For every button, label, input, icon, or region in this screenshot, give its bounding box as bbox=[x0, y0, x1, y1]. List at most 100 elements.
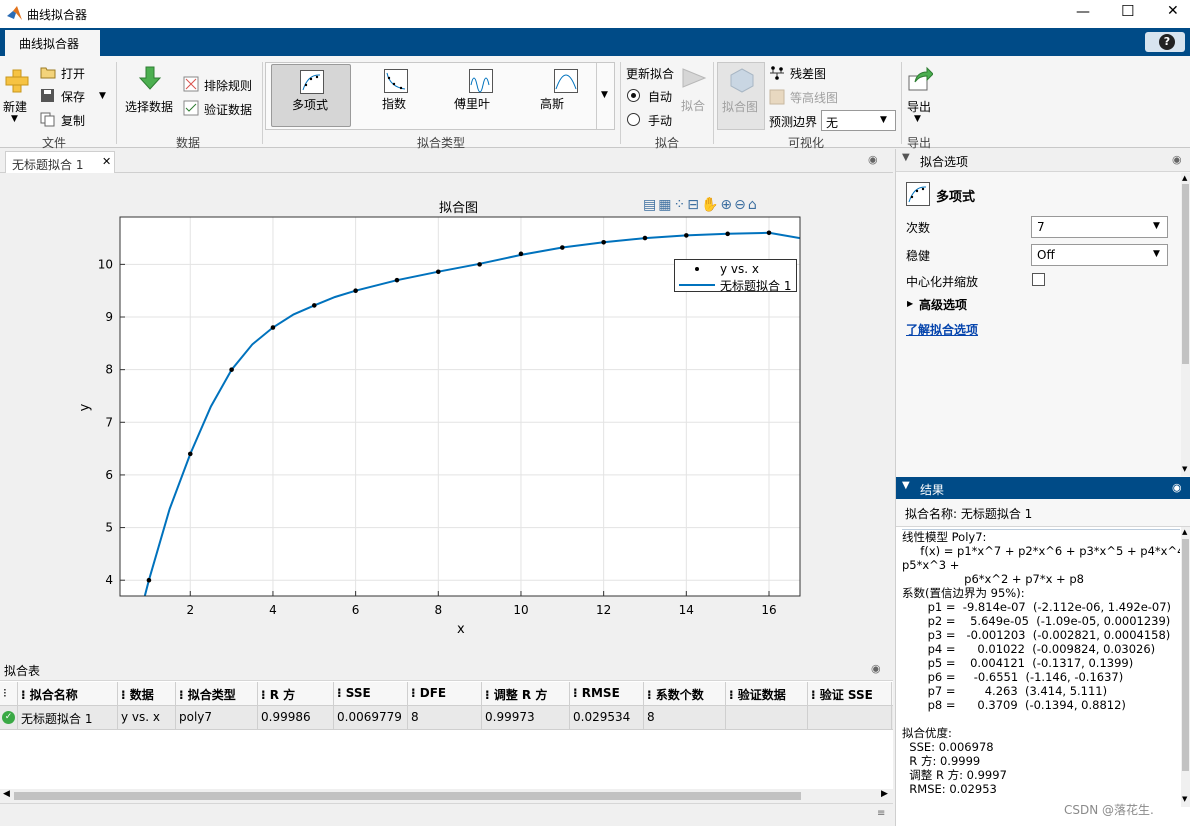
export-button[interactable]: 导出 bbox=[907, 98, 931, 115]
scroll-thumb[interactable] bbox=[14, 792, 801, 800]
result-line: 调整 R 方: 0.9997 bbox=[902, 768, 1007, 782]
close-tab-icon[interactable]: ✕ bbox=[102, 155, 111, 168]
zoom-in-icon[interactable]: ⊕ bbox=[720, 197, 734, 213]
legend-line bbox=[679, 284, 715, 286]
robust-select[interactable]: Off ▼ bbox=[1031, 244, 1168, 266]
y-tick-label: 10 bbox=[98, 257, 113, 271]
table-cell bbox=[726, 706, 808, 730]
pan-icon[interactable]: ✋ bbox=[701, 197, 720, 213]
degree-label: 次数 bbox=[906, 221, 931, 235]
legend[interactable]: y vs. x 无标题拟合 1 bbox=[674, 259, 797, 293]
y-tick-label: 7 bbox=[105, 415, 113, 429]
copy-button[interactable]: 复制 bbox=[61, 112, 85, 129]
scroll-up-icon[interactable]: ▲ bbox=[1182, 528, 1187, 536]
tab-curve-fitter[interactable]: 曲线拟合器 bbox=[5, 30, 100, 56]
results-header[interactable]: ▼ 结果 ◉ bbox=[896, 477, 1190, 499]
export-dropdown-icon[interactable]: ▼ bbox=[914, 114, 921, 124]
select-data-icon bbox=[138, 66, 162, 90]
gallery-expand-button[interactable]: ▼ bbox=[596, 63, 614, 129]
column-header[interactable]: ⁝ SSE bbox=[334, 682, 408, 706]
contour-icon bbox=[769, 89, 785, 105]
column-header[interactable]: ⁝ 调整 R 方 bbox=[482, 682, 570, 706]
column-header[interactable]: ⁝ 数据 bbox=[118, 682, 176, 706]
column-grip-icon: ⁝ bbox=[485, 688, 494, 702]
degree-value: 7 bbox=[1037, 220, 1045, 234]
validation-data-button[interactable]: 验证数据 bbox=[204, 101, 252, 118]
auto-label: 自动 bbox=[648, 90, 673, 104]
save-dropdown-icon[interactable]: ▼ bbox=[99, 91, 106, 101]
plot-title: 拟合图 bbox=[439, 201, 479, 216]
data-tips-icon[interactable]: ▤ bbox=[643, 197, 658, 213]
fit-plot[interactable]: 2 4 6 8 10 12 14 16 4 5 6 7 8 9 10 bbox=[0, 173, 893, 658]
data-point bbox=[684, 233, 689, 238]
fit-type-polynomial[interactable]: 多项式 bbox=[271, 64, 351, 127]
contour-button[interactable]: 等高线图 bbox=[790, 89, 838, 106]
data-point bbox=[435, 269, 441, 275]
prediction-bounds-select[interactable]: 无 ▼ bbox=[821, 110, 896, 131]
close-button[interactable]: ✕ bbox=[1167, 3, 1179, 19]
column-header[interactable]: ⁝ 拟合类型 bbox=[176, 682, 258, 706]
collapse-icon[interactable]: ▼ bbox=[902, 152, 910, 163]
zoom-out-icon[interactable]: ⊖ bbox=[734, 197, 748, 213]
fit-plot-button[interactable]: 拟合图 bbox=[717, 62, 765, 130]
home-icon[interactable]: ⌂ bbox=[748, 197, 759, 213]
manual-radio[interactable] bbox=[627, 113, 640, 126]
fit-button[interactable]: 拟合 bbox=[681, 97, 705, 114]
scroll-thumb[interactable] bbox=[1182, 184, 1189, 364]
panel-menu-icon[interactable]: ◉ bbox=[1172, 481, 1182, 494]
grid-icon[interactable]: ▦ bbox=[658, 197, 673, 213]
scroll-right-icon[interactable]: ▶ bbox=[881, 789, 888, 799]
fit-plot-label: 拟合图 bbox=[722, 100, 759, 114]
open-button[interactable]: 打开 bbox=[61, 65, 85, 82]
fit-type-exponential[interactable]: 指数 bbox=[356, 64, 436, 127]
panel-menu-icon[interactable]: ◉ bbox=[871, 662, 881, 675]
scroll-left-icon[interactable]: ◀ bbox=[3, 789, 10, 799]
degree-select[interactable]: 7 ▼ bbox=[1031, 216, 1168, 238]
auto-radio[interactable] bbox=[627, 89, 640, 102]
help-button[interactable]: ? bbox=[1145, 32, 1185, 52]
fit-type-gaussian[interactable]: 高斯 bbox=[526, 64, 606, 127]
column-header[interactable]: ⁝ 验证数据 bbox=[726, 682, 808, 706]
maximize-button[interactable]: ☐ bbox=[1121, 2, 1134, 20]
panel-menu-icon[interactable]: ◉ bbox=[868, 153, 878, 166]
horizontal-scrollbar[interactable]: ◀ ▶ bbox=[0, 789, 893, 803]
panel-menu-icon[interactable]: ◉ bbox=[1172, 153, 1182, 166]
exclusion-rules-button[interactable]: 排除规则 bbox=[204, 77, 252, 94]
column-header[interactable]: ⁝ 拟合名称 bbox=[18, 682, 118, 706]
scroll-up-icon[interactable]: ▲ bbox=[1182, 174, 1187, 182]
window-title: 曲线拟合器 bbox=[27, 8, 88, 22]
save-button[interactable]: 保存 bbox=[61, 88, 85, 105]
new-button[interactable]: 新建 bbox=[3, 98, 27, 115]
column-header[interactable]: ⁝ 验证 SSE bbox=[808, 682, 892, 706]
table-row[interactable]: ✓ 无标题拟合 1y vs. x poly7 0.99986 0.0069779 8 0.9… bbox=[0, 706, 893, 730]
advanced-options[interactable]: 高级选项 bbox=[919, 296, 967, 313]
legend-icon[interactable]: ⊟ bbox=[687, 197, 701, 213]
fit-type-gallery: 多项式 指数 傅里叶 高斯 ▼ bbox=[265, 62, 615, 130]
status-cell: ✓ bbox=[0, 706, 18, 730]
column-header[interactable]: ⁝ RMSE bbox=[570, 682, 644, 706]
new-dropdown-icon[interactable]: ▼ bbox=[11, 114, 18, 124]
vertical-scrollbar[interactable]: ▲ ▼ bbox=[1181, 527, 1190, 807]
column-header[interactable]: ⁝ DFE bbox=[408, 682, 482, 706]
scroll-down-icon[interactable]: ▼ bbox=[1182, 465, 1187, 473]
expand-arrow-icon[interactable]: ▶ bbox=[907, 299, 913, 308]
column-header[interactable]: ⁝ R 方 bbox=[258, 682, 334, 706]
data-point bbox=[518, 251, 524, 257]
vertical-scrollbar[interactable]: ▲ ▼ bbox=[1181, 173, 1190, 476]
fourier-icon bbox=[469, 69, 493, 93]
document-tab[interactable]: 无标题拟合 1 ✕ bbox=[5, 151, 115, 173]
fit-type-fourier[interactable]: 傅里叶 bbox=[441, 64, 521, 127]
learn-fit-options-link[interactable]: 了解拟合选项 bbox=[906, 321, 978, 338]
brush-icon[interactable]: ⁘ bbox=[673, 197, 687, 213]
residuals-button[interactable]: 残差图 bbox=[790, 65, 826, 82]
center-scale-checkbox[interactable] bbox=[1032, 273, 1045, 286]
fit-options-header[interactable]: ▼ 拟合选项 ◉ bbox=[896, 149, 1190, 172]
collapse-icon[interactable]: ▼ bbox=[902, 480, 910, 491]
select-data-button[interactable]: 选择数据 bbox=[125, 98, 173, 115]
scroll-down-icon[interactable]: ▼ bbox=[1182, 795, 1187, 803]
fit-options-title: 拟合选项 bbox=[920, 155, 969, 169]
column-header[interactable]: ⁝ 系数个数 bbox=[644, 682, 726, 706]
scroll-thumb[interactable] bbox=[1182, 539, 1189, 771]
minimize-button[interactable]: — bbox=[1076, 4, 1090, 20]
table-header-row: ⁝ ⁝ 拟合名称 ⁝ 数据 ⁝ 拟合类型 ⁝ R 方 ⁝ SSE ⁝ DFE ⁝ 调整 R 方… bbox=[0, 682, 906, 706]
